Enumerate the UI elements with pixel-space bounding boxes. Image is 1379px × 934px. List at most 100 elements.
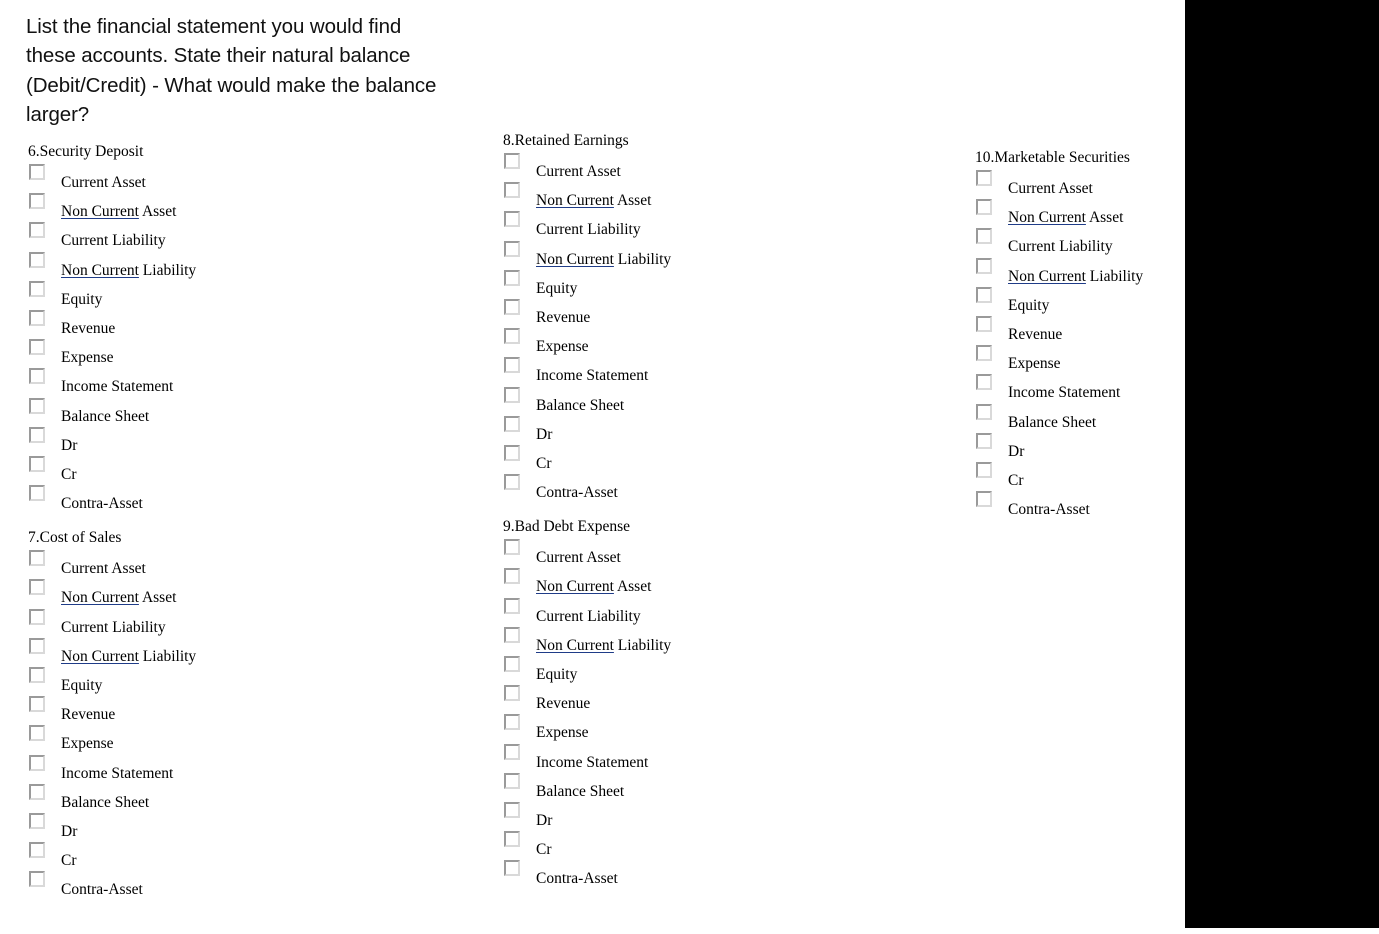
- checkbox-icon[interactable]: [29, 725, 45, 742]
- option-row[interactable]: Equity: [28, 667, 328, 696]
- option-row[interactable]: Income Statement: [975, 374, 1275, 403]
- checkbox-icon[interactable]: [976, 432, 992, 449]
- option-row[interactable]: Expense: [28, 725, 328, 754]
- option-row[interactable]: Equity: [503, 269, 803, 299]
- option-row[interactable]: Income Statement: [503, 743, 803, 773]
- option-row[interactable]: Non Current Asset: [28, 193, 328, 222]
- option-row[interactable]: Non Current Asset: [503, 182, 803, 211]
- option-row[interactable]: Non Current Asset: [503, 568, 803, 597]
- option-row[interactable]: Equity: [28, 280, 328, 310]
- checkbox-icon[interactable]: [29, 754, 45, 771]
- checkbox-icon[interactable]: [29, 871, 45, 888]
- option-row[interactable]: Income Statement: [28, 368, 328, 397]
- option-row[interactable]: Balance Sheet: [503, 772, 803, 802]
- checkbox-icon[interactable]: [29, 280, 45, 297]
- option-row[interactable]: Expense: [28, 339, 328, 368]
- checkbox-icon[interactable]: [976, 403, 992, 420]
- option-row[interactable]: Dr: [28, 812, 328, 842]
- option-row[interactable]: Non Current Liability: [503, 240, 803, 270]
- checkbox-icon[interactable]: [504, 656, 520, 672]
- checkbox-icon[interactable]: [504, 714, 520, 731]
- checkbox-icon[interactable]: [976, 491, 992, 508]
- option-row[interactable]: Dr: [975, 432, 1275, 462]
- option-row[interactable]: Current Asset: [28, 550, 328, 579]
- checkbox-icon[interactable]: [29, 485, 45, 502]
- checkbox-icon[interactable]: [504, 386, 520, 403]
- checkbox-icon[interactable]: [504, 831, 520, 848]
- checkbox-icon[interactable]: [29, 222, 45, 239]
- option-row[interactable]: Contra-Asset: [28, 485, 328, 514]
- checkbox-icon[interactable]: [29, 579, 45, 596]
- option-row[interactable]: Revenue: [503, 298, 803, 328]
- checkbox-icon[interactable]: [29, 426, 45, 443]
- checkbox-icon[interactable]: [504, 328, 520, 345]
- checkbox-icon[interactable]: [504, 568, 520, 585]
- checkbox-icon[interactable]: [29, 637, 45, 654]
- option-row[interactable]: Revenue: [503, 685, 803, 714]
- checkbox-icon[interactable]: [976, 345, 992, 362]
- option-row[interactable]: Cr: [503, 831, 803, 860]
- option-row[interactable]: Cr: [28, 842, 328, 871]
- option-row[interactable]: Current Asset: [28, 164, 328, 193]
- checkbox-icon[interactable]: [29, 309, 45, 326]
- checkbox-icon[interactable]: [29, 164, 45, 180]
- option-row[interactable]: Contra-Asset: [503, 474, 803, 503]
- checkbox-icon[interactable]: [504, 474, 520, 491]
- option-row[interactable]: Current Liability: [503, 211, 803, 240]
- checkbox-icon[interactable]: [29, 783, 45, 800]
- checkbox-icon[interactable]: [504, 444, 520, 461]
- checkbox-icon[interactable]: [504, 801, 520, 818]
- checkbox-icon[interactable]: [504, 298, 520, 315]
- checkbox-icon[interactable]: [504, 860, 520, 877]
- checkbox-icon[interactable]: [504, 269, 520, 286]
- option-row[interactable]: Current Asset: [503, 153, 803, 182]
- checkbox-icon[interactable]: [29, 251, 45, 268]
- checkbox-icon[interactable]: [976, 257, 992, 274]
- checkbox-icon[interactable]: [976, 199, 992, 216]
- option-row[interactable]: Non Current Liability: [975, 257, 1275, 287]
- checkbox-icon[interactable]: [504, 772, 520, 789]
- option-row[interactable]: Contra-Asset: [28, 871, 328, 900]
- checkbox-icon[interactable]: [976, 286, 992, 303]
- option-row[interactable]: Expense: [503, 328, 803, 357]
- option-row[interactable]: Cr: [28, 455, 328, 485]
- option-row[interactable]: Non Current Liability: [28, 251, 328, 281]
- option-row[interactable]: Cr: [503, 444, 803, 474]
- option-row[interactable]: Revenue: [28, 309, 328, 339]
- checkbox-icon[interactable]: [504, 415, 520, 432]
- checkbox-icon[interactable]: [504, 182, 520, 199]
- checkbox-icon[interactable]: [29, 397, 45, 414]
- checkbox-icon[interactable]: [29, 455, 45, 472]
- option-row[interactable]: Non Current Liability: [28, 637, 328, 667]
- checkbox-icon[interactable]: [504, 240, 520, 257]
- option-row[interactable]: Contra-Asset: [975, 491, 1275, 520]
- option-row[interactable]: Dr: [28, 426, 328, 456]
- checkbox-icon[interactable]: [976, 228, 992, 245]
- option-row[interactable]: Equity: [975, 286, 1275, 316]
- option-row[interactable]: Income Statement: [28, 754, 328, 784]
- checkbox-icon[interactable]: [504, 685, 520, 702]
- option-row[interactable]: Non Current Asset: [28, 579, 328, 608]
- option-row[interactable]: Current Liability: [503, 597, 803, 627]
- option-row[interactable]: Current Asset: [975, 170, 1275, 199]
- option-row[interactable]: Balance Sheet: [975, 403, 1275, 433]
- checkbox-icon[interactable]: [976, 170, 992, 186]
- option-row[interactable]: Revenue: [28, 696, 328, 725]
- option-row[interactable]: Expense: [503, 714, 803, 743]
- checkbox-icon[interactable]: [29, 368, 45, 385]
- checkbox-icon[interactable]: [29, 812, 45, 829]
- option-row[interactable]: Current Asset: [503, 539, 803, 568]
- option-row[interactable]: Non Current Asset: [975, 199, 1275, 228]
- checkbox-icon[interactable]: [504, 743, 520, 760]
- option-row[interactable]: Dr: [503, 801, 803, 831]
- checkbox-icon[interactable]: [29, 696, 45, 713]
- checkbox-icon[interactable]: [504, 211, 520, 228]
- checkbox-icon[interactable]: [976, 461, 992, 478]
- checkbox-icon[interactable]: [504, 153, 520, 169]
- checkbox-icon[interactable]: [29, 608, 45, 625]
- option-row[interactable]: Equity: [503, 656, 803, 685]
- checkbox-icon[interactable]: [504, 539, 520, 556]
- option-row[interactable]: Non Current Liability: [503, 626, 803, 656]
- checkbox-icon[interactable]: [29, 842, 45, 859]
- option-row[interactable]: Balance Sheet: [503, 386, 803, 416]
